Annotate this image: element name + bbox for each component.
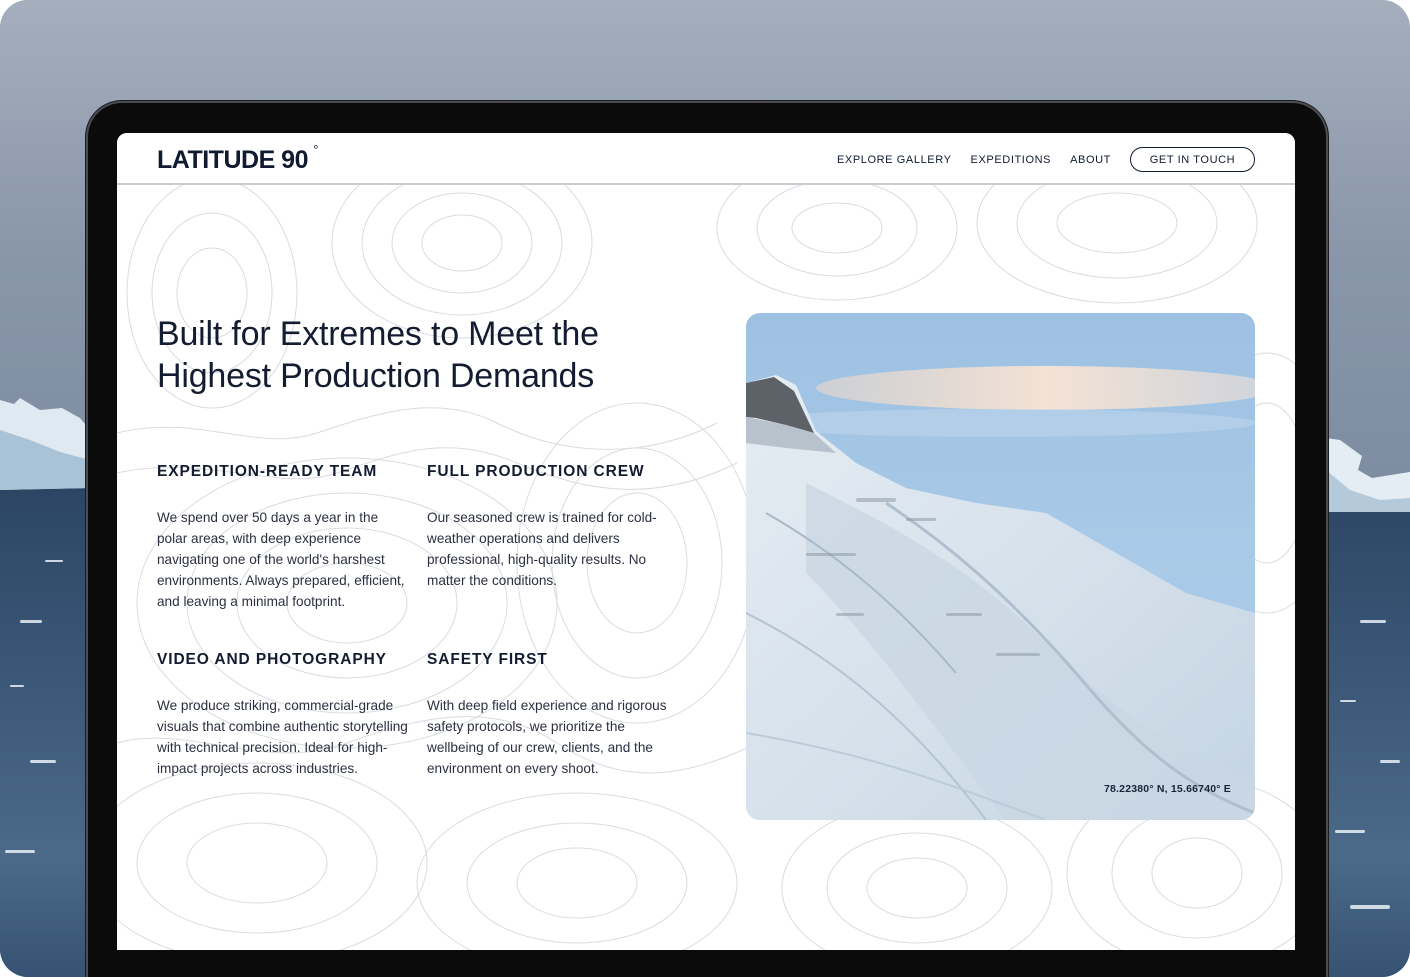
feature-expedition-ready-team: EXPEDITION-READY TEAM We spend over 50 d… [157,463,412,612]
feature-body: With deep field experience and rigorous … [427,698,667,776]
feature-full-production-crew: FULL PRODUCTION CREW Our seasoned crew i… [427,463,682,591]
brand-logo-text: LATITUDE 90 [157,146,309,174]
feature-title: EXPEDITION-READY TEAM [157,463,378,480]
feature-body: Our seasoned crew is trained for cold-we… [427,510,657,588]
presentation-stage: LATITUDE 90 ° EXPLORE GALLERY EXPEDITIONS… [0,0,1410,977]
headline-line-1: Built for Extremes to Meet the [157,315,599,353]
get-in-touch-button[interactable]: GET IN TOUCH [1130,147,1255,172]
nav-explore-gallery[interactable]: EXPLORE GALLERY [837,154,952,166]
headline-line-2: Highest Production Demands [157,357,595,395]
photo-coordinates: 78.22380° N, 15.66740° E [1103,783,1231,795]
feature-title: SAFETY FIRST [427,651,548,668]
feature-safety-first: SAFETY FIRST With deep field experience … [427,651,682,779]
nav-expeditions[interactable]: EXPEDITIONS [971,154,1052,166]
main-nav: EXPLORE GALLERY EXPEDITIONS ABOUT GET IN… [818,147,1255,172]
mountain-photo: 78.22380° N, 15.66740° E [746,313,1255,820]
nav-about[interactable]: ABOUT [1070,154,1111,166]
feature-body: We spend over 50 days a year in the pola… [157,510,405,609]
mountain-illustration [746,313,1255,820]
feature-title: VIDEO AND PHOTOGRAPHY [157,651,387,668]
site-header: LATITUDE 90 ° EXPLORE GALLERY EXPEDITIONS… [117,133,1295,185]
feature-body: We produce striking, commercial-grade vi… [157,698,408,776]
browser-viewport: LATITUDE 90 ° EXPLORE GALLERY EXPEDITIONS… [117,133,1295,950]
feature-video-and-photography: VIDEO AND PHOTOGRAPHY We produce strikin… [157,651,412,779]
laptop-frame: LATITUDE 90 ° EXPLORE GALLERY EXPEDITIONS… [88,103,1326,977]
page-headline: Built for Extremes to Meet the Highest P… [157,313,677,397]
brand-logo[interactable]: LATITUDE 90 ° [157,142,318,175]
feature-title: FULL PRODUCTION CREW [427,463,645,480]
degree-symbol: ° [313,142,318,157]
